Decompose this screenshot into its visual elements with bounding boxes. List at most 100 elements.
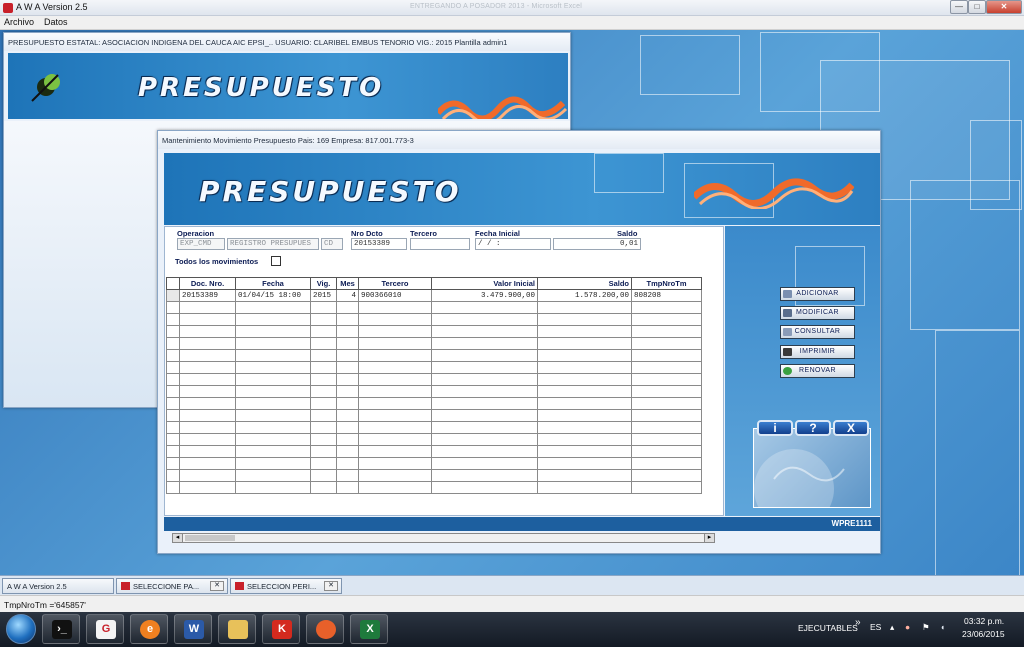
mdi-tab-seleccione-pa[interactable]: SELECCIONE PA... ✕ bbox=[116, 578, 228, 594]
table-cell[interactable] bbox=[310, 349, 337, 362]
table-row-empty[interactable] bbox=[166, 361, 702, 374]
table-cell[interactable] bbox=[179, 457, 236, 470]
table-cell[interactable] bbox=[179, 421, 236, 434]
table-cell[interactable] bbox=[537, 445, 632, 458]
table-row-empty[interactable] bbox=[166, 325, 702, 338]
row-selector[interactable] bbox=[166, 289, 180, 302]
clock-date[interactable]: 23/06/2015 bbox=[962, 629, 1005, 639]
table-cell[interactable] bbox=[310, 457, 337, 470]
start-button[interactable] bbox=[6, 614, 36, 644]
table-cell[interactable] bbox=[358, 409, 432, 422]
table-cell[interactable] bbox=[537, 361, 632, 374]
table-cell[interactable] bbox=[336, 445, 359, 458]
table-cell[interactable] bbox=[179, 433, 236, 446]
table-cell[interactable] bbox=[179, 337, 236, 350]
table-cell[interactable] bbox=[431, 469, 538, 482]
table-cell[interactable] bbox=[358, 349, 432, 362]
fecha-inicial-field[interactable]: / / : bbox=[475, 238, 551, 250]
mdi-tab-main[interactable]: A W A Version 2.5 bbox=[2, 578, 114, 594]
table-cell[interactable] bbox=[310, 325, 337, 338]
taskbar-explorer[interactable] bbox=[218, 614, 256, 644]
taskbar-browser[interactable]: e bbox=[130, 614, 168, 644]
adicionar-button[interactable]: ADICIONAR bbox=[780, 287, 855, 301]
table-cell[interactable] bbox=[336, 469, 359, 482]
row-selector[interactable] bbox=[166, 301, 180, 314]
column-header[interactable]: TmpNroTm bbox=[631, 277, 702, 290]
row-selector[interactable] bbox=[166, 409, 180, 422]
table-cell[interactable]: 3.479.900,00 bbox=[431, 289, 538, 302]
taskbar-excel[interactable]: X bbox=[350, 614, 388, 644]
table-cell[interactable] bbox=[310, 445, 337, 458]
table-cell[interactable] bbox=[235, 433, 311, 446]
row-selector[interactable] bbox=[166, 397, 180, 410]
table-row-empty[interactable] bbox=[166, 397, 702, 410]
menu-archivo[interactable]: Archivo bbox=[4, 17, 34, 27]
table-cell[interactable] bbox=[358, 397, 432, 410]
table-cell[interactable] bbox=[336, 361, 359, 374]
table-cell[interactable] bbox=[431, 349, 538, 362]
table-cell[interactable] bbox=[631, 313, 702, 326]
table-cell[interactable] bbox=[310, 397, 337, 410]
table-row-empty[interactable] bbox=[166, 469, 702, 482]
column-header[interactable]: Tercero bbox=[358, 277, 432, 290]
table-cell[interactable] bbox=[336, 457, 359, 470]
taskbar-word[interactable]: W bbox=[174, 614, 212, 644]
table-cell[interactable] bbox=[431, 301, 538, 314]
table-cell[interactable] bbox=[310, 337, 337, 350]
table-cell[interactable] bbox=[431, 445, 538, 458]
table-cell[interactable] bbox=[336, 337, 359, 350]
table-cell[interactable] bbox=[336, 313, 359, 326]
table-cell[interactable]: 900366010 bbox=[358, 289, 432, 302]
column-header[interactable]: Saldo bbox=[537, 277, 632, 290]
column-header[interactable]: Mes bbox=[336, 277, 359, 290]
table-cell[interactable] bbox=[537, 385, 632, 398]
table-cell[interactable]: 2015 bbox=[310, 289, 337, 302]
table-cell[interactable] bbox=[631, 421, 702, 434]
scroll-thumb[interactable] bbox=[185, 535, 235, 541]
table-cell[interactable] bbox=[631, 397, 702, 410]
table-cell[interactable] bbox=[537, 373, 632, 386]
table-row-empty[interactable] bbox=[166, 337, 702, 350]
table-cell[interactable] bbox=[235, 481, 311, 494]
table-cell[interactable] bbox=[358, 313, 432, 326]
table-cell[interactable] bbox=[358, 433, 432, 446]
table-cell[interactable] bbox=[235, 301, 311, 314]
info-button[interactable]: i bbox=[757, 420, 793, 436]
table-cell[interactable] bbox=[537, 457, 632, 470]
taskbar-awa[interactable]: G bbox=[86, 614, 124, 644]
table-cell[interactable] bbox=[631, 481, 702, 494]
operacion-type-field[interactable]: CD bbox=[321, 238, 343, 250]
table-cell[interactable] bbox=[235, 409, 311, 422]
table-cell[interactable] bbox=[310, 409, 337, 422]
table-cell[interactable] bbox=[358, 373, 432, 386]
operacion-desc-field[interactable]: REGISTRO PRESUPUES bbox=[227, 238, 319, 250]
table-cell[interactable] bbox=[310, 373, 337, 386]
table-cell[interactable] bbox=[336, 385, 359, 398]
taskbar-firefox[interactable] bbox=[306, 614, 344, 644]
column-header[interactable]: Doc. Nro. bbox=[179, 277, 236, 290]
modificar-button[interactable]: MODIFICAR bbox=[780, 306, 855, 320]
table-row-empty[interactable] bbox=[166, 421, 702, 434]
table-cell[interactable] bbox=[537, 433, 632, 446]
todos-movimientos-checkbox[interactable] bbox=[271, 256, 281, 266]
flag-icon[interactable]: ⚑ bbox=[922, 622, 930, 633]
network-icon[interactable]: ● bbox=[905, 622, 910, 632]
scroll-right-icon[interactable]: ▸ bbox=[704, 534, 714, 542]
table-cell[interactable] bbox=[336, 397, 359, 410]
table-cell[interactable] bbox=[631, 361, 702, 374]
row-selector[interactable] bbox=[166, 421, 180, 434]
taskbar-antivirus[interactable]: K bbox=[262, 614, 300, 644]
table-cell[interactable] bbox=[631, 373, 702, 386]
table-row-empty[interactable] bbox=[166, 433, 702, 446]
table-cell[interactable] bbox=[537, 469, 632, 482]
table-cell[interactable] bbox=[235, 325, 311, 338]
close-icon[interactable]: ✕ bbox=[324, 581, 338, 591]
table-cell[interactable] bbox=[431, 409, 538, 422]
row-selector[interactable] bbox=[166, 433, 180, 446]
table-cell[interactable] bbox=[358, 385, 432, 398]
nro-dcto-field[interactable]: 20153389 bbox=[351, 238, 407, 250]
table-cell[interactable] bbox=[336, 433, 359, 446]
table-cell[interactable] bbox=[235, 421, 311, 434]
table-cell[interactable] bbox=[358, 361, 432, 374]
table-row-empty[interactable] bbox=[166, 313, 702, 326]
